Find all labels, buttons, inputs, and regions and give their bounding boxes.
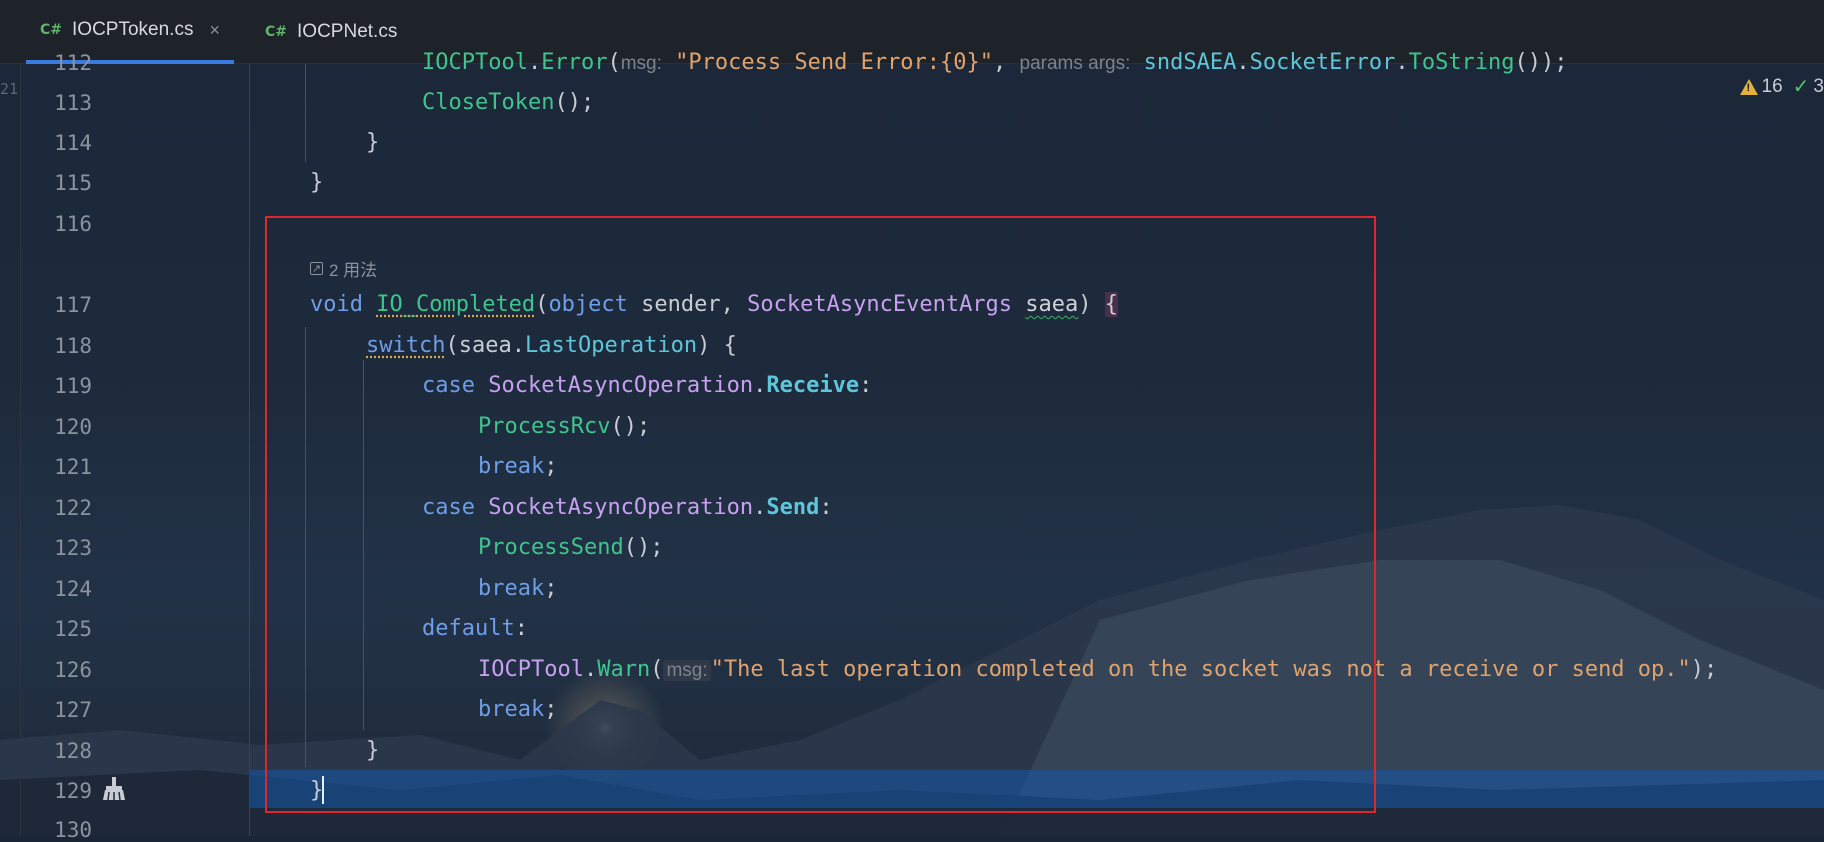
tab-label: IOCPNet.cs [297, 21, 398, 42]
warning-triangle-icon: ! [1739, 78, 1758, 95]
line-number: 129 [54, 779, 92, 803]
line-number: 122 [54, 496, 92, 520]
line-number: 117 [54, 293, 92, 317]
line-number: 116 [54, 212, 92, 236]
code-line-115: } [310, 170, 324, 195]
inspection-status[interactable]: ! 16 ✓ 3 [1739, 74, 1824, 99]
line-number: 121 [54, 455, 92, 479]
line-number: 112 [54, 51, 92, 75]
csharp-file-icon: C# [265, 24, 288, 40]
line-number: 120 [54, 415, 92, 439]
line-number: 128 [54, 739, 92, 763]
line-number: 124 [54, 577, 92, 601]
code-line-112: IOCPTool.Error(msg: "Process Send Error:… [422, 50, 1568, 75]
line-number: 114 [54, 131, 92, 155]
warning-count: 16 [1761, 75, 1783, 97]
line-number: 126 [54, 658, 92, 682]
tab-iocpnet[interactable]: C# IOCPNet.cs [251, 0, 411, 64]
close-icon[interactable]: × [209, 20, 220, 41]
line-number: 113 [54, 91, 92, 115]
check-icon: ✓ [1792, 76, 1810, 98]
broom-icon[interactable] [101, 776, 127, 802]
highlight-annotation-box [265, 216, 1376, 813]
check-count: 3 [1813, 75, 1824, 97]
code-line-113: CloseToken(); [422, 90, 595, 115]
indent-guide [305, 64, 306, 162]
gutter-separator [249, 64, 250, 836]
line-number: 119 [54, 374, 92, 398]
line-number: 125 [54, 617, 92, 641]
line-number: 118 [54, 334, 92, 358]
line-number: 130 [54, 818, 92, 842]
code-line-114: } [366, 130, 380, 155]
line-number: 123 [54, 536, 92, 560]
tab-label: IOCPToken.cs [72, 19, 194, 40]
csharp-file-icon: C# [40, 22, 63, 38]
line-number: 127 [54, 698, 92, 722]
line-number: 115 [54, 171, 92, 195]
